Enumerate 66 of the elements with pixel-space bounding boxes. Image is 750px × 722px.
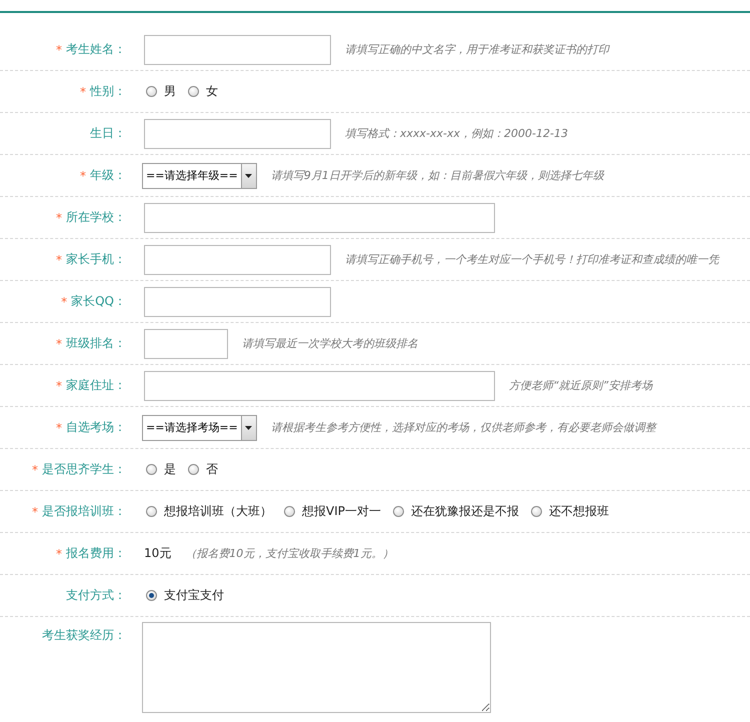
radio-option[interactable]: 支付宝支付 [146, 587, 224, 604]
required-mark: * [32, 462, 38, 476]
required-mark: * [56, 336, 62, 350]
radio-option[interactable]: 否 [188, 461, 218, 478]
field-label: 报名费用： [66, 545, 126, 562]
field-label: 是否报培训班： [42, 503, 126, 520]
hint-text: 请填写最近一次学校大考的班级排名 [242, 336, 418, 351]
required-mark: * [56, 42, 62, 56]
hint-text: 方便老师“就近原则”安排考场 [509, 378, 652, 393]
required-mark: * [56, 420, 62, 434]
field-label: 支付方式： [66, 587, 126, 604]
radio-option[interactable]: 想报培训班（大班） [146, 503, 272, 520]
radio-option[interactable]: 还不想报班 [530, 503, 609, 520]
field-label: 家庭住址： [66, 377, 126, 394]
radio-button[interactable] [284, 506, 295, 517]
text-input[interactable] [144, 286, 331, 316]
radio-option[interactable]: 是 [146, 461, 176, 478]
hint-text: 请填写正确的中文名字，用于准考证和获奖证书的打印 [345, 42, 609, 57]
field-label: 性别： [90, 83, 126, 100]
field-label: 家长手机： [66, 251, 126, 268]
text-input[interactable] [144, 202, 495, 232]
caret-icon [245, 426, 252, 430]
hint-text: 请根据考生参考方便性，选择对应的考场，仅供老师参考，有必要老师会做调整 [270, 420, 656, 435]
hint-text: 填写格式：xxxx-xx-xx，例如：2000-12-13 [345, 126, 568, 141]
field-label: 自选考场： [66, 419, 126, 436]
hint-text: 请填写正确手机号，一个考生对应一个手机号！打印准考证和查成绩的唯一凭 [345, 252, 719, 267]
required-mark: * [56, 210, 62, 224]
fee-value: 10元 [144, 545, 172, 562]
field-label: 是否思齐学生： [42, 461, 126, 478]
text-input[interactable] [144, 118, 331, 148]
dropdown-select[interactable]: ==请选择考场== [142, 414, 257, 440]
radio-button[interactable] [188, 86, 199, 97]
field-label: 家长QQ： [71, 293, 126, 310]
required-mark: * [61, 294, 68, 308]
radio-button[interactable] [146, 506, 157, 517]
field-label: 生日： [90, 125, 126, 142]
text-input[interactable] [144, 370, 495, 400]
field-label: 所在学校： [66, 209, 126, 226]
radio-button[interactable] [188, 464, 199, 475]
text-input[interactable] [144, 34, 331, 64]
radio-button[interactable] [530, 506, 542, 517]
required-mark: * [56, 546, 62, 560]
required-mark: * [32, 504, 38, 518]
radio-button[interactable] [146, 464, 157, 475]
radio-button[interactable] [392, 506, 404, 517]
field-label: 考生姓名： [66, 41, 126, 58]
hint-text: （报名费10元，支付宝收取手续费1元。） [185, 546, 394, 561]
required-mark: * [56, 252, 62, 266]
radio-option[interactable]: 想报VIP一对一 [284, 503, 381, 520]
radio-option[interactable]: 男 [146, 83, 176, 100]
caret-icon [245, 174, 252, 178]
field-label: 班级排名： [66, 335, 126, 352]
radio-option[interactable]: 女 [188, 83, 218, 100]
text-area[interactable] [142, 622, 491, 713]
field-label: 考生获奖经历： [42, 627, 126, 644]
required-mark: * [56, 378, 62, 392]
dropdown-select[interactable]: ==请选择年级== [142, 162, 257, 188]
radio-option[interactable]: 还在犹豫报还是不报 [392, 503, 519, 520]
text-input[interactable] [144, 244, 331, 274]
field-label: 年级： [90, 167, 126, 184]
text-input[interactable] [144, 328, 228, 358]
hint-text: 请填写9月1日开学后的新年级，如：目前暑假六年级，则选择七年级 [270, 168, 604, 183]
required-mark: * [80, 168, 86, 182]
radio-button[interactable] [146, 86, 157, 97]
required-mark: * [80, 84, 86, 98]
radio-button[interactable] [146, 590, 157, 601]
